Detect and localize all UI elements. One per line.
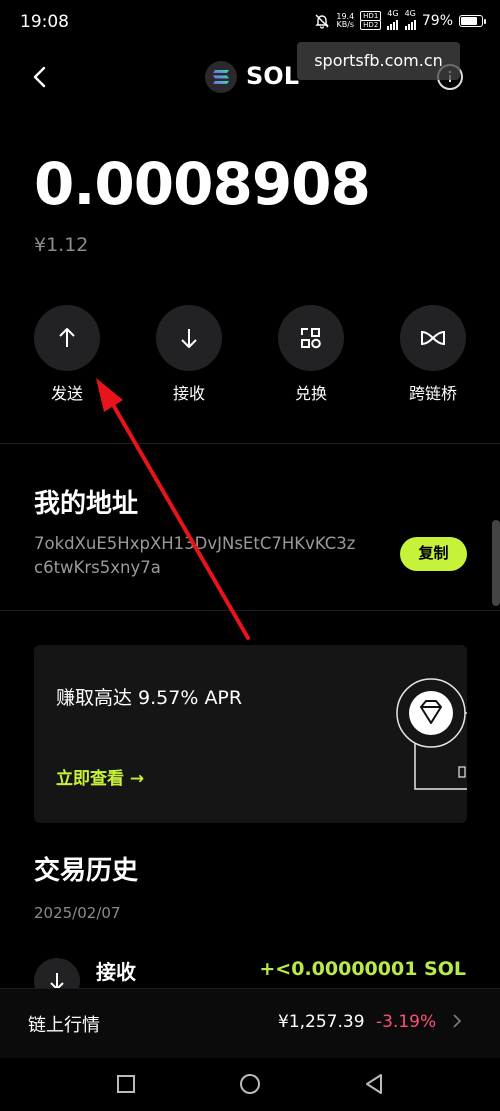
market-bar[interactable]: 链上行情 ¥1,257.39 -3.19% bbox=[0, 988, 500, 1059]
market-change: -3.19% bbox=[376, 1012, 437, 1032]
sol-logo bbox=[205, 61, 237, 93]
divider bbox=[0, 610, 500, 611]
receive-button[interactable]: 接收 bbox=[144, 305, 234, 404]
bridge-icon bbox=[421, 331, 445, 345]
back-nav-icon[interactable] bbox=[364, 1073, 386, 1095]
swap-label: 兑换 bbox=[294, 384, 327, 403]
chevron-right-icon bbox=[452, 1013, 462, 1033]
hd2-tag: HD2 bbox=[360, 20, 382, 30]
mute-bell-icon bbox=[315, 14, 330, 29]
bridge-circle bbox=[400, 305, 466, 371]
battery-fill bbox=[461, 17, 477, 25]
receive-label: 接收 bbox=[172, 384, 205, 403]
battery-percent: 79% bbox=[421, 13, 453, 29]
bridge-button[interactable]: 跨链桥 bbox=[388, 305, 478, 404]
home-icon[interactable] bbox=[239, 1073, 261, 1095]
sim2-type: 4G bbox=[404, 9, 416, 18]
back-button[interactable] bbox=[28, 60, 56, 96]
sim1-signal: 4G bbox=[387, 9, 399, 32]
tx-type: 接收 bbox=[96, 960, 136, 984]
copy-button[interactable]: 复制 bbox=[400, 537, 467, 571]
arrow-down-icon bbox=[181, 329, 197, 348]
send-button[interactable]: 发送 bbox=[22, 305, 112, 404]
status-icons: 19.4 KB/s HD1 HD2 4G 4G 79% bbox=[314, 10, 486, 32]
swap-button[interactable]: 兑换 bbox=[266, 305, 356, 404]
status-bar: 19:08 19.4 KB/s HD1 HD2 4G 4G 79% bbox=[0, 0, 500, 44]
swap-circle bbox=[278, 305, 344, 371]
status-time: 19:08 bbox=[20, 12, 69, 32]
chevron-left-icon bbox=[33, 66, 46, 88]
market-price: ¥1,257.39 bbox=[278, 1012, 365, 1032]
net-speed-unit: KB/s bbox=[336, 20, 355, 29]
diamond-icon bbox=[396, 678, 467, 790]
balance-amount: 0.0008908 bbox=[34, 150, 371, 218]
receive-circle bbox=[156, 305, 222, 371]
history-title: 交易历史 bbox=[34, 856, 139, 886]
net-speed: 19.4 KB/s bbox=[336, 13, 354, 29]
recents-icon[interactable] bbox=[116, 1074, 136, 1094]
solana-logo-icon bbox=[213, 70, 229, 84]
arrow-up-icon bbox=[59, 328, 75, 347]
send-label: 发送 bbox=[50, 384, 83, 403]
watermark: sportsfb.com.cn bbox=[297, 42, 460, 80]
battery-icon bbox=[459, 15, 486, 27]
swap-icon bbox=[301, 328, 321, 349]
address-title: 我的地址 bbox=[34, 489, 139, 519]
divider bbox=[0, 443, 500, 444]
send-circle bbox=[34, 305, 100, 371]
sim2-signal: 4G bbox=[405, 10, 416, 32]
history-date: 2025/02/07 bbox=[34, 904, 121, 922]
wallet-address: 7okdXuE5HxpXH13DvJNsEtC7HKvKC3zc6twKrs5x… bbox=[34, 534, 356, 577]
sim1-type: 4G bbox=[387, 9, 399, 18]
hd-tags: HD1 HD2 bbox=[360, 11, 382, 30]
system-nav-bar bbox=[0, 1058, 500, 1111]
signal-bars-icon bbox=[404, 18, 416, 30]
promo-link[interactable]: 立即查看 → bbox=[56, 764, 144, 789]
signal-bars-icon bbox=[387, 18, 399, 30]
earn-promo-card[interactable]: 赚取高达 9.57% APR 立即查看 → bbox=[34, 645, 467, 823]
page-title: SOL bbox=[246, 62, 299, 90]
scrollbar[interactable] bbox=[492, 520, 500, 606]
tx-amount: +<0.00000001 SOL bbox=[259, 958, 466, 980]
promo-title: 赚取高达 9.57% APR bbox=[56, 687, 243, 709]
bridge-label: 跨链桥 bbox=[408, 384, 457, 403]
market-label: 链上行情 bbox=[28, 1015, 100, 1036]
balance-fiat: ¥1.12 bbox=[34, 234, 89, 256]
